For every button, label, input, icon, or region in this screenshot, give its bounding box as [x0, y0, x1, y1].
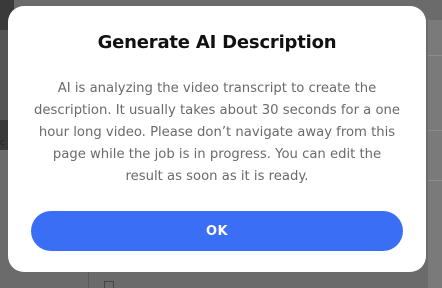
ok-button[interactable]: OK	[31, 211, 403, 251]
modal-overlay: c Generate AI Description AI is analyzin…	[0, 0, 442, 288]
background-divider	[428, 55, 442, 56]
background-label: c	[0, 138, 5, 148]
background-divider	[428, 180, 442, 181]
background-divider	[88, 272, 89, 288]
background-divider	[428, 130, 442, 131]
generate-ai-description-dialog: Generate AI Description AI is analyzing …	[8, 6, 426, 272]
background-calendar-icon	[104, 281, 114, 288]
dialog-message: AI is analyzing the video transcript to …	[34, 81, 400, 184]
background-right-panel	[428, 20, 442, 288]
dialog-title: Generate AI Description	[97, 32, 337, 53]
